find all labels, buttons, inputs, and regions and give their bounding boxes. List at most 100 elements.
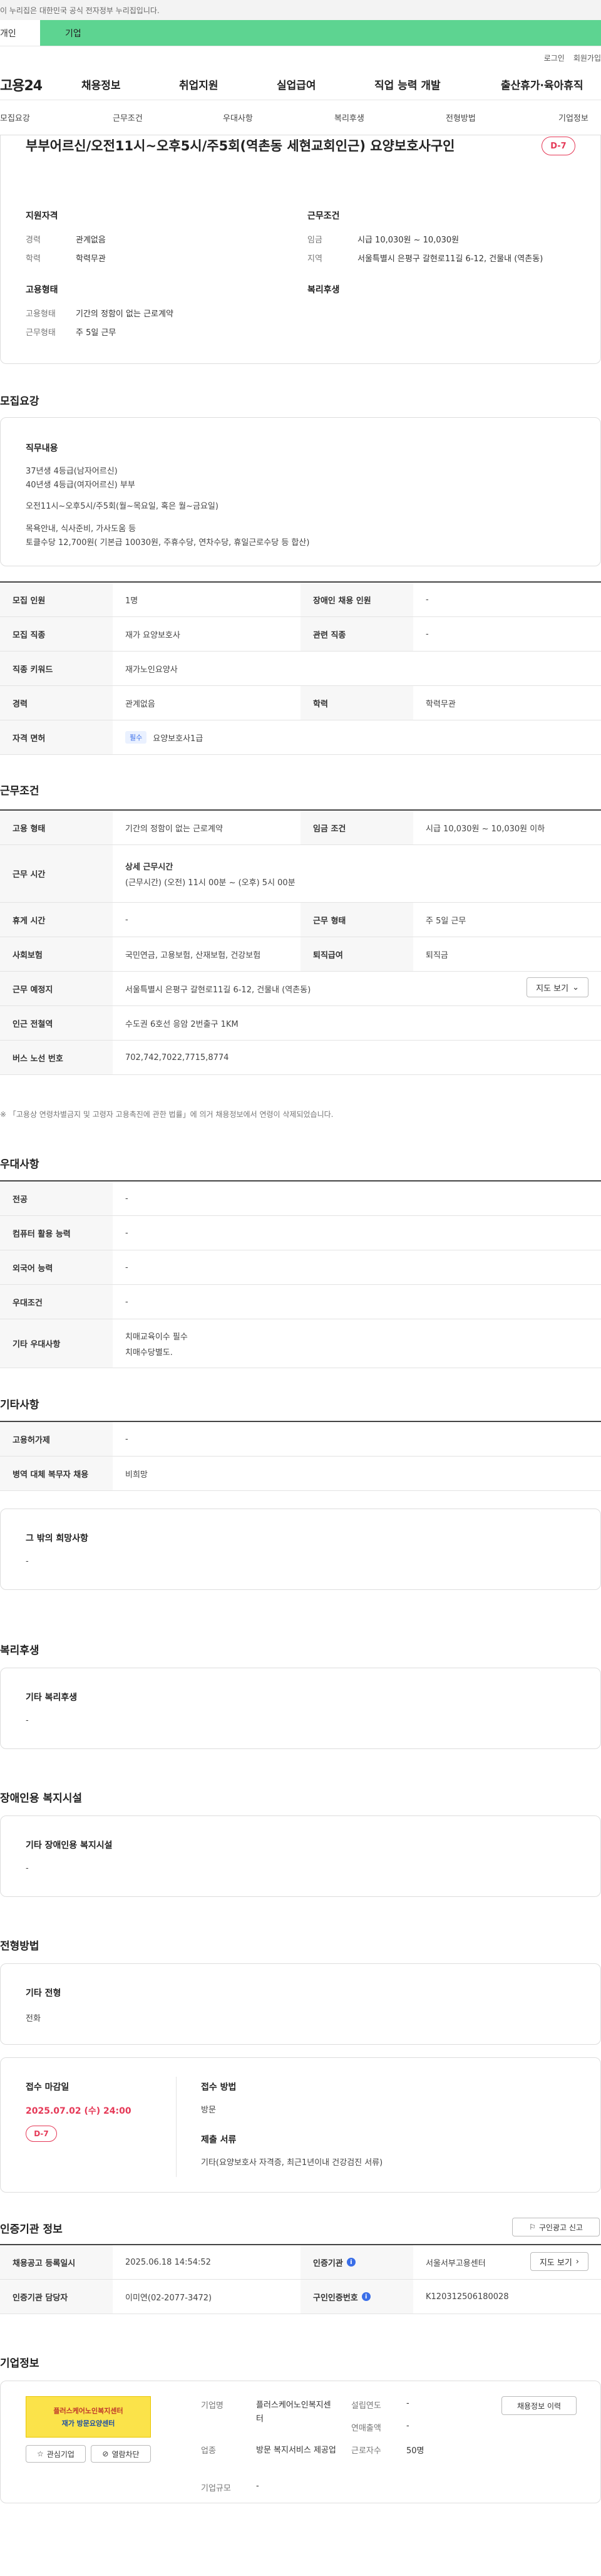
duty-line: 목욕안내, 식사준비, 가사도움 등 [26, 524, 136, 534]
conditions-table: 고용 형태 기간의 정함이 없는 근로계약 임금 조건 시급 10,030원 ~… [0, 809, 601, 1075]
work-form-value: 주 5일 근무 [76, 328, 116, 338]
gnb-item-parental-leave[interactable]: 출산휴가·육아휴직 [501, 76, 583, 92]
job-summary-card: 부부어르신/오전11시~오후5시/주5회(역촌동 세현교회인근) 요양보호사구인… [0, 135, 601, 364]
tab-company[interactable]: 기업 [40, 20, 601, 46]
education-label: 학력 [26, 254, 41, 264]
chevron-down-icon: ⌄ [572, 982, 579, 992]
table-row: 자격 면허 필수 요양보호사1급 [0, 720, 601, 755]
report-icon: ⚐ [529, 2223, 536, 2231]
agency-map-label: 지도 보기 [539, 2258, 572, 2268]
screening-method-value: 전화 [26, 2014, 41, 2023]
documents-value: 기타(요양보호사 자격증, 최근1년이내 건강검진 서류) [201, 2158, 383, 2168]
retirement-label: 퇴직급여 [300, 937, 413, 971]
company-section-title: 기업정보 [0, 2357, 39, 2370]
tab-personal[interactable]: 개인 [0, 20, 40, 46]
gnb-item-unemployment-benefit[interactable]: 실업급여 [277, 76, 316, 92]
job-value: 재가 요양보호사 [125, 630, 180, 640]
education-value: 학력무관 [426, 699, 456, 709]
anchor-conditions[interactable]: 근무조건 [113, 112, 143, 123]
wage-label: 임금 [307, 236, 322, 245]
subway-value: 수도권 6호선 응암 2번출구 1KM [125, 1019, 239, 1029]
qualification-heading: 지원자격 [26, 211, 58, 221]
job-history-button[interactable]: 채용정보 이력 [501, 2396, 577, 2415]
bus-value: 702,742,7022,7715,8774 [125, 1052, 229, 1062]
duty-line: 40년생 4등급(여자어르신) 부부 [26, 480, 135, 490]
keyword-label: 직종 키워드 [0, 652, 113, 685]
related-job-label: 관련 직종 [300, 617, 413, 651]
table-row: 채용공고 등록일시 2025.06.18 14:54:52 인증기관 i 서울서… [0, 2245, 601, 2280]
other-preference-line: 치매수당별도. [125, 1348, 173, 1358]
info-icon[interactable]: i [361, 2292, 371, 2301]
workplace-value: 서울특별시 은평구 갈현로11길 6-12, 건물내 (역촌동) [125, 985, 311, 995]
agency-map-button[interactable]: 지도 보기 › [530, 2252, 588, 2271]
anchor-screening[interactable]: 전형방법 [446, 112, 476, 123]
table-row: 모집 인원 1명 장애인 채용 인원 - [0, 583, 601, 617]
table-row: 고용허가제 - [0, 1422, 601, 1457]
subway-label: 인근 전철역 [0, 1006, 113, 1040]
industry-label: 업종 [201, 2446, 216, 2456]
preference-value: - [125, 1297, 128, 1307]
agency-label-cell: 인증기관 i [300, 2245, 413, 2279]
staff-count-value: 50명 [406, 2446, 424, 2456]
staff-count-label: 근로자수 [351, 2446, 381, 2456]
company-size-label: 기업규모 [201, 2484, 231, 2493]
apply-method-value: 방문 [201, 2106, 216, 2115]
language-label: 외국어 능력 [0, 1250, 113, 1284]
apply-method-heading: 접수 방법 [201, 2082, 237, 2092]
gnb-item-employment-support[interactable]: 취업지원 [179, 76, 218, 92]
facility-box: 기타 장애인용 복지시설 - [0, 1815, 601, 1897]
site-logo[interactable]: 고용24 [0, 75, 43, 95]
work-form-value: 주 5일 근무 [426, 916, 466, 926]
anchor-preferences[interactable]: 우대사항 [223, 112, 253, 123]
disabled-hire-label: 장애인 채용 인원 [300, 583, 413, 616]
signup-link[interactable]: 회원가입 [573, 53, 601, 63]
industry-value: 방문 복지서비스 제공업 [256, 2446, 336, 2455]
company-logo: 플러스케어노인복지센터 재가 방문요양센터 [26, 2396, 151, 2438]
info-icon[interactable]: i [346, 2258, 356, 2267]
report-ad-button[interactable]: ⚐ 구인광고 신고 [512, 2218, 600, 2236]
employment-heading: 고용형태 [26, 285, 58, 295]
utility-links: 로그인 회원가입 [0, 46, 601, 69]
registered-at-label: 채용공고 등록일시 [0, 2245, 113, 2279]
deadline-heading: 접수 마감일 [26, 2082, 69, 2092]
table-row: 모집 직종 재가 요양보호사 관련 직종 - [0, 617, 601, 652]
facility-heading: 기타 장애인용 복지시설 [26, 1841, 113, 1851]
user-type-tabs: 개인 기업 [0, 20, 601, 46]
rest-time-value: - [125, 915, 128, 925]
keyword-value: 재가노인요양사 [125, 665, 178, 675]
report-ad-label: 구인광고 신고 [538, 2223, 583, 2232]
global-nav: 고용24 채용정보 취업지원 실업급여 직업 능력 개발 출산휴가·육아휴직 [0, 69, 601, 100]
gnb-item-jobs[interactable]: 채용정보 [81, 76, 121, 92]
interest-company-button[interactable]: ☆ 관심기업 [26, 2445, 86, 2463]
company-size-value: - [256, 2481, 259, 2491]
map-view-button[interactable]: 지도 보기 ⌄ [527, 977, 588, 997]
other-wishes-box: 그 밖의 희망사항 - [0, 1509, 601, 1590]
table-row: 경력 관계없음 학력 학력무관 [0, 686, 601, 720]
age-removal-note: ※ 「고용상 연령차별금지 및 고령자 고용촉진에 관한 법률」에 의거 채용정… [0, 1110, 334, 1119]
anchor-recruit[interactable]: 모집요강 [0, 112, 30, 123]
table-row: 인증기관 담당자 이미연(02-2077-3472) 구인인증번호 i K120… [0, 2280, 601, 2314]
preference-label: 우대조건 [0, 1285, 113, 1319]
manager-label: 인증기관 담당자 [0, 2280, 113, 2314]
login-link[interactable]: 로그인 [544, 53, 565, 63]
chevron-right-icon: › [575, 2257, 579, 2267]
table-row: 컴퓨터 활용 능력 - [0, 1216, 601, 1250]
job-history-label: 채용정보 이력 [516, 2401, 562, 2411]
table-row: 근무 예정지 서울특별시 은평구 갈현로11길 6-12, 건물내 (역촌동) … [0, 972, 601, 1006]
block-view-button[interactable]: ⊘ 열람차단 [91, 2445, 151, 2463]
anchor-company[interactable]: 기업정보 [558, 112, 588, 123]
duty-line: 오전11시~오후5시/주5회(월~목요일, 혹은 월~금요일) [26, 502, 218, 511]
interest-company-label: 관심기업 [46, 2449, 74, 2459]
anchor-welfare[interactable]: 복리후생 [334, 112, 364, 123]
military-service-label: 병역 대체 복무자 채용 [0, 1457, 113, 1490]
welfare-box: 기타 복리후생 - [0, 1668, 601, 1749]
license-value: 요양보호사1급 [153, 734, 203, 744]
employment-type-label: 고용형태 [26, 309, 56, 319]
cert-number-label: 구인인증번호 [313, 2293, 358, 2303]
gnb-item-skills[interactable]: 직업 능력 개발 [374, 76, 441, 92]
table-row: 버스 노선 번호 702,742,7022,7715,8774 [0, 1041, 601, 1075]
region-label: 지역 [307, 254, 322, 264]
employment-type-label: 고용 형태 [0, 811, 113, 844]
wage-value: 시급 10,030원 ~ 10,030원 이하 [426, 824, 545, 834]
table-row: 우대조건 - [0, 1285, 601, 1319]
